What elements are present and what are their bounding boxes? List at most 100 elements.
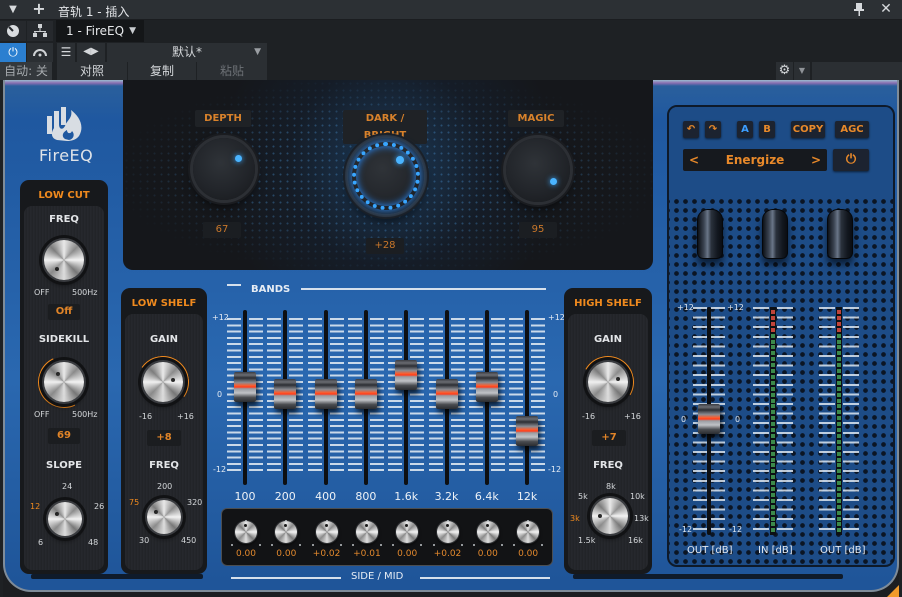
- undo-button[interactable]: ↶: [683, 121, 699, 138]
- high-shelf-gain-knob[interactable]: [588, 362, 628, 402]
- low-shelf-gain-value: +8: [147, 430, 181, 446]
- magic-knob[interactable]: [506, 138, 570, 202]
- side-mid-knob[interactable]: [235, 521, 257, 543]
- automation-button[interactable]: [27, 43, 53, 62]
- agc-button[interactable]: AGC: [835, 121, 869, 138]
- bottom-bar-left: [31, 574, 203, 579]
- freq-option-16k[interactable]: 16k: [628, 536, 643, 545]
- depth-knob[interactable]: [193, 138, 255, 200]
- side-mid-knob[interactable]: [396, 521, 419, 543]
- low-cut-freq-value: Off: [48, 304, 80, 320]
- band-fader-handle[interactable]: [395, 359, 418, 390]
- low-shelf-freq-knob[interactable]: [147, 500, 181, 534]
- plugin-preset-name[interactable]: Energize: [683, 149, 827, 171]
- compare-button[interactable]: 对照: [57, 62, 127, 80]
- freq-option-75[interactable]: 75: [129, 498, 139, 507]
- scale-min-right: -12: [548, 465, 562, 474]
- slope-knob[interactable]: [48, 502, 82, 536]
- meter-led: [837, 392, 841, 397]
- resize-grip[interactable]: [887, 585, 899, 597]
- slope-option-26[interactable]: 26: [94, 502, 104, 511]
- side-mid-knob[interactable]: [436, 521, 459, 543]
- side-mid-knob[interactable]: [315, 521, 338, 543]
- preset-selector[interactable]: 默认* ▼: [107, 43, 267, 62]
- automation-icon: [33, 49, 47, 57]
- collapse-icon[interactable]: ▼: [6, 3, 20, 17]
- redo-button[interactable]: ↷: [705, 121, 721, 138]
- band-fader-handle[interactable]: [314, 378, 337, 409]
- freq-option-10k[interactable]: 10k: [630, 492, 645, 501]
- meter-led: [771, 392, 775, 397]
- copy-ab-button[interactable]: COPY: [791, 121, 825, 138]
- preset-name: 默认*: [171, 45, 202, 59]
- tick-dot: [541, 544, 544, 546]
- freq-option-320[interactable]: 320: [187, 498, 202, 507]
- freq-option-13k[interactable]: 13k: [634, 514, 649, 523]
- power-icon: ⏻: [8, 45, 18, 59]
- band-fader-handle[interactable]: [234, 372, 256, 403]
- settings-button[interactable]: ⚙: [776, 62, 793, 80]
- slope-option-48[interactable]: 48: [88, 538, 98, 547]
- high-shelf-freq-knob[interactable]: [592, 498, 628, 534]
- meter-led: [771, 457, 775, 462]
- freq-option-30[interactable]: 30: [139, 536, 149, 545]
- plugin-icon-button[interactable]: [0, 21, 26, 41]
- band-freq-label: 200: [274, 490, 296, 503]
- routing-button[interactable]: [27, 21, 53, 41]
- band-fader-handle[interactable]: [435, 378, 458, 409]
- side-mid-knob[interactable]: [517, 521, 540, 543]
- freq-option-5k[interactable]: 5k: [578, 492, 588, 501]
- tick-dot: [432, 544, 435, 546]
- auto-off-button[interactable]: 自动: 关: [0, 62, 52, 80]
- slope-option-6[interactable]: 6: [38, 538, 43, 547]
- sidekill-min-label: OFF: [34, 410, 50, 419]
- slope-option-24[interactable]: 24: [62, 482, 72, 491]
- plugin-power-button[interactable]: ⏻: [833, 149, 869, 171]
- gain-max-label: +16: [177, 412, 194, 421]
- preset-browser: < Energize >: [683, 149, 827, 171]
- band-fader-handle[interactable]: [354, 378, 377, 409]
- band-fader-handle[interactable]: [274, 378, 297, 409]
- preset-a-button[interactable]: A: [737, 121, 753, 138]
- scale-min-left: -12: [213, 465, 227, 474]
- out-fader-handle[interactable]: [698, 404, 720, 434]
- meter-led: [771, 481, 775, 486]
- meter-led: [837, 481, 841, 486]
- prev-preset-icon[interactable]: ◀: [83, 46, 91, 57]
- bypass-power-button[interactable]: ⏻: [0, 43, 26, 62]
- paste-button[interactable]: 粘贴: [197, 62, 267, 80]
- band-fader-handle[interactable]: [475, 372, 498, 403]
- meter-led: [771, 351, 775, 356]
- freq-option-8k[interactable]: 8k: [606, 482, 616, 491]
- low-shelf-gain-knob[interactable]: [143, 362, 183, 402]
- add-icon[interactable]: +: [32, 1, 46, 17]
- copy-button[interactable]: 复制: [128, 62, 196, 80]
- band-fader-handle[interactable]: [516, 416, 539, 447]
- sidekill-knob[interactable]: [44, 362, 84, 402]
- settings-dropdown[interactable]: ▼: [794, 62, 810, 80]
- preset-nav: ◀▶: [77, 43, 105, 62]
- side-mid-knob[interactable]: [355, 521, 378, 543]
- band-fader-track[interactable]: [404, 310, 409, 485]
- low-shelf-panel: GAIN -16 +16 +8 FREQ 200 75 320 30 450: [125, 314, 203, 570]
- band-fader-track[interactable]: [525, 310, 530, 485]
- side-mid-knob[interactable]: [476, 521, 499, 543]
- freq-option-1-5k[interactable]: 1.5k: [578, 536, 595, 545]
- plugin-slot-selector[interactable]: 1 - FireEQ ▼: [56, 20, 144, 42]
- next-preset-icon[interactable]: ▶: [91, 46, 99, 57]
- slope-option-12[interactable]: 12: [30, 502, 40, 511]
- pin-icon[interactable]: [852, 3, 866, 20]
- low-cut-panel: FREQ OFF 500Hz Off SIDEKILL OFF 500Hz 69…: [24, 206, 104, 570]
- side-mid-knob[interactable]: [275, 521, 298, 543]
- freq-option-450[interactable]: 450: [181, 536, 196, 545]
- next-preset-button[interactable]: >: [811, 149, 821, 171]
- band-freq-label: 6.4k: [474, 490, 499, 503]
- magic-value: 95: [519, 222, 557, 238]
- preset-b-button[interactable]: B: [759, 121, 775, 138]
- freq-option-200[interactable]: 200: [157, 482, 172, 491]
- low-cut-freq-knob[interactable]: [44, 240, 84, 280]
- preset-list-button[interactable]: ☰: [57, 43, 75, 62]
- close-icon[interactable]: ✕: [878, 2, 894, 16]
- freq-option-3k[interactable]: 3k: [570, 514, 580, 523]
- dark-bright-knob[interactable]: [348, 138, 424, 214]
